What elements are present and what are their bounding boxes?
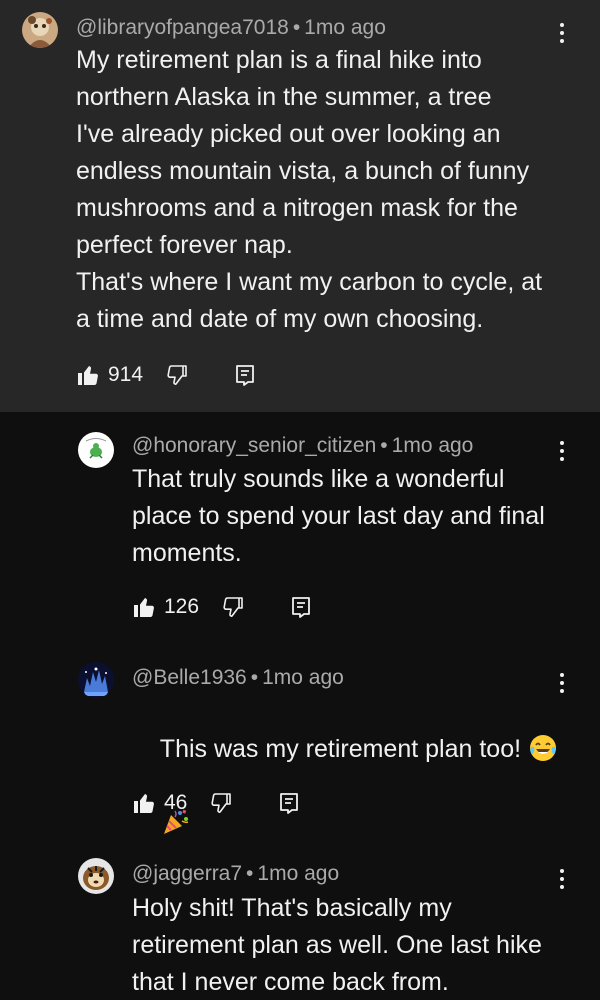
thumbs-up-icon — [78, 366, 98, 385]
comment-actions: 126 — [132, 592, 313, 622]
meta-separator: • — [246, 862, 254, 885]
avatar[interactable] — [22, 12, 58, 48]
like-count: 914 — [108, 363, 144, 386]
author-handle[interactable]: @Belle1936 — [132, 666, 247, 689]
author-handle[interactable]: @honorary_senior_citizen — [132, 434, 376, 457]
comment-actions: 914 — [76, 360, 257, 390]
avatar[interactable] — [78, 662, 114, 698]
reply-icon — [280, 793, 299, 814]
reply-button[interactable] — [289, 595, 313, 619]
reply-icon — [292, 597, 310, 618]
meta-separator: • — [292, 16, 301, 39]
comment-text: My retirement plan is a final hike into … — [76, 46, 543, 333]
comment-meta: @Belle1936 • 1mo ago — [132, 666, 344, 690]
reply-comment: @honorary_senior_citizen • 1mo ago That tr… — [0, 412, 600, 646]
like-button[interactable]: 46 — [132, 791, 187, 815]
avatar[interactable] — [78, 432, 114, 468]
comment-meta: @jaggerra7 • 1mo ago — [132, 862, 339, 886]
timestamp[interactable]: 1mo ago — [392, 434, 474, 457]
comment-thread-top: @libraryofpangea7018 • 1mo ago My retireme… — [0, 0, 600, 412]
reply-comment: @jaggerra7 • 1mo ago Holy shit! That's bas… — [0, 842, 600, 1000]
reply-button[interactable] — [233, 363, 257, 387]
timestamp[interactable]: 1mo ago — [262, 666, 344, 689]
thumbs-down-icon — [223, 597, 243, 617]
comment-text: That truly sounds like a wonderful place… — [132, 465, 545, 567]
dislike-button[interactable] — [165, 363, 189, 387]
reply-button[interactable] — [277, 791, 301, 815]
reply-comment: @Belle1936 • 1mo ago This was my retiremen… — [0, 646, 600, 842]
comment-text-content: This was my retirement plan too! — [159, 735, 528, 763]
thumbs-down-icon — [167, 365, 187, 385]
like-button[interactable]: 126 — [132, 595, 199, 619]
avatar[interactable] — [78, 858, 114, 894]
like-count: 126 — [164, 595, 200, 618]
thumbs-up-icon — [134, 598, 154, 617]
timestamp[interactable]: 1mo ago — [304, 16, 386, 39]
thumbs-up-icon — [134, 794, 154, 813]
comment-text: Holy shit! That's basically my retiremen… — [132, 894, 542, 996]
comment-meta: @honorary_senior_citizen • 1mo ago — [132, 434, 473, 458]
author-handle[interactable]: @libraryofpangea7018 — [76, 16, 289, 39]
reply-icon — [236, 365, 254, 386]
timestamp[interactable]: 1mo ago — [257, 862, 339, 885]
dislike-button[interactable] — [209, 791, 233, 815]
comment-actions: 46 — [132, 788, 301, 818]
meta-separator: • — [250, 666, 259, 689]
tears-of-joy-emoji — [530, 735, 556, 761]
like-button[interactable]: 914 — [76, 363, 143, 387]
comment-meta: @libraryofpangea7018 • 1mo ago — [76, 16, 386, 40]
like-count: 46 — [164, 791, 188, 814]
author-handle[interactable]: @jaggerra7 — [132, 862, 242, 885]
thumbs-down-icon — [211, 793, 232, 813]
dislike-button[interactable] — [221, 595, 245, 619]
meta-separator: • — [380, 434, 388, 457]
